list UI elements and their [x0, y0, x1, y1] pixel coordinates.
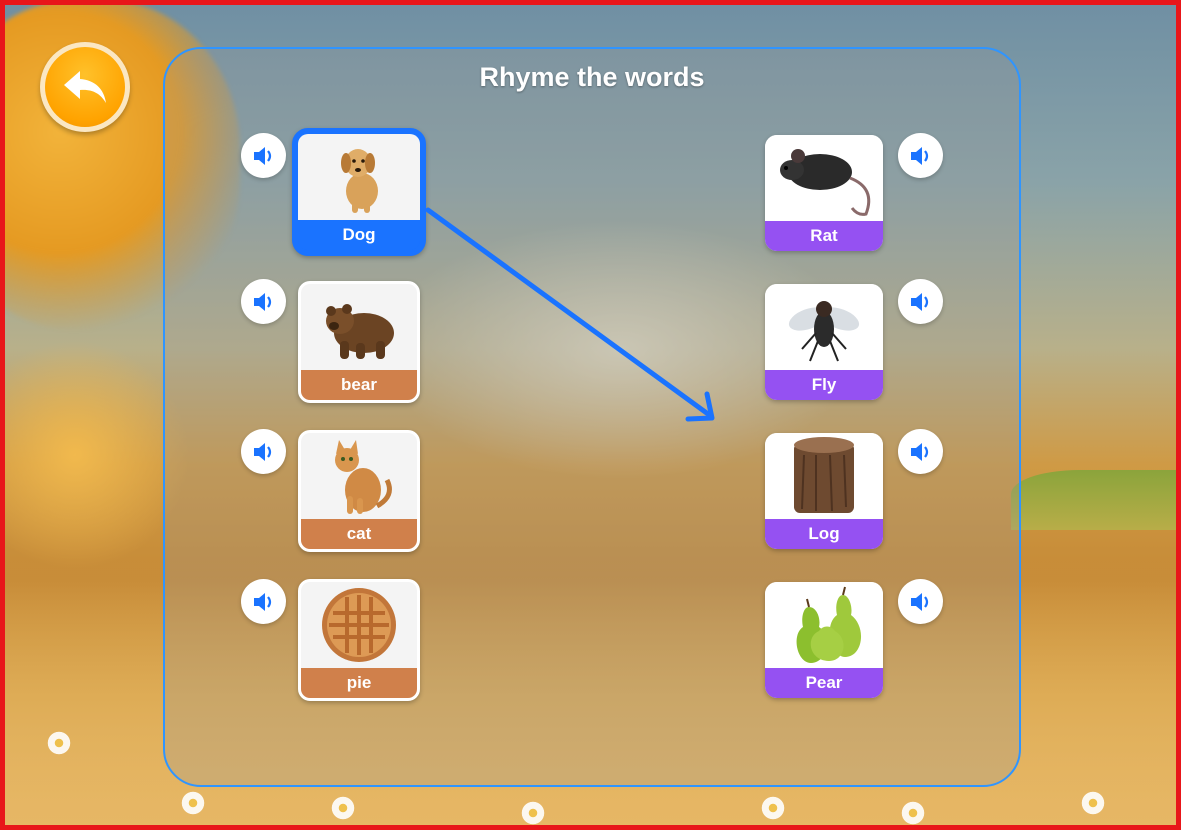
undo-arrow-icon: [64, 71, 106, 103]
bear-image: [326, 304, 394, 359]
dog-image: [341, 149, 378, 213]
word-card-dog[interactable]: Dog: [292, 128, 426, 256]
word-card-fly[interactable]: Fly: [765, 284, 883, 400]
flower: [1080, 790, 1106, 816]
pear-image: [796, 586, 862, 663]
speaker-icon: [910, 146, 928, 165]
speaker-icon: [253, 592, 271, 611]
speaker-button-rat[interactable]: [898, 133, 943, 178]
card-image-fly: [765, 284, 883, 370]
flower: [180, 790, 206, 816]
speaker-icon: [910, 442, 928, 461]
autumn-bush-left: [0, 340, 190, 570]
speaker-icon: [253, 292, 271, 311]
card-label: Dog: [298, 220, 420, 250]
card-label: bear: [301, 370, 417, 400]
card-image-log: [765, 433, 883, 519]
flower: [900, 800, 926, 826]
flower: [760, 795, 786, 821]
card-image-cat: [301, 433, 417, 519]
speaker-button-bear[interactable]: [241, 279, 286, 324]
flower: [330, 795, 356, 821]
speaker-icon: [910, 592, 928, 611]
flower: [46, 730, 72, 756]
back-button[interactable]: [40, 42, 130, 132]
card-image-bear: [301, 284, 417, 370]
word-card-rat[interactable]: Rat: [765, 135, 883, 251]
speaker-button-fly[interactable]: [898, 279, 943, 324]
card-label: Fly: [765, 370, 883, 400]
log-image: [794, 437, 854, 513]
card-label: Pear: [765, 668, 883, 698]
grass-right: [1011, 470, 1181, 530]
back-button-face: [45, 47, 125, 127]
rat-image: [780, 149, 871, 216]
word-card-pie[interactable]: pie: [298, 579, 420, 701]
card-label: Log: [765, 519, 883, 549]
speaker-button-log[interactable]: [898, 429, 943, 474]
speaker-icon: [910, 292, 928, 311]
card-image-pear: [765, 582, 883, 668]
word-card-bear[interactable]: bear: [298, 281, 420, 403]
card-label: Rat: [765, 221, 883, 251]
flower: [520, 800, 546, 826]
word-card-log[interactable]: Log: [765, 433, 883, 549]
speaker-icon: [253, 146, 271, 165]
card-label: cat: [301, 519, 417, 549]
speaker-button-cat[interactable]: [241, 429, 286, 474]
card-image-pie: [301, 582, 417, 668]
speaker-button-pie[interactable]: [241, 579, 286, 624]
card-label: pie: [301, 668, 417, 698]
cat-image: [335, 440, 392, 514]
fly-image: [788, 301, 860, 362]
word-card-cat[interactable]: cat: [298, 430, 420, 552]
card-image-rat: [765, 135, 883, 221]
speaker-button-pear[interactable]: [898, 579, 943, 624]
card-image-dog: [298, 134, 420, 220]
word-card-pear[interactable]: Pear: [765, 582, 883, 698]
speaker-button-dog[interactable]: [241, 133, 286, 178]
speaker-icon: [253, 442, 271, 461]
pie-image: [322, 588, 396, 662]
page-title: Rhyme the words: [479, 62, 705, 92]
